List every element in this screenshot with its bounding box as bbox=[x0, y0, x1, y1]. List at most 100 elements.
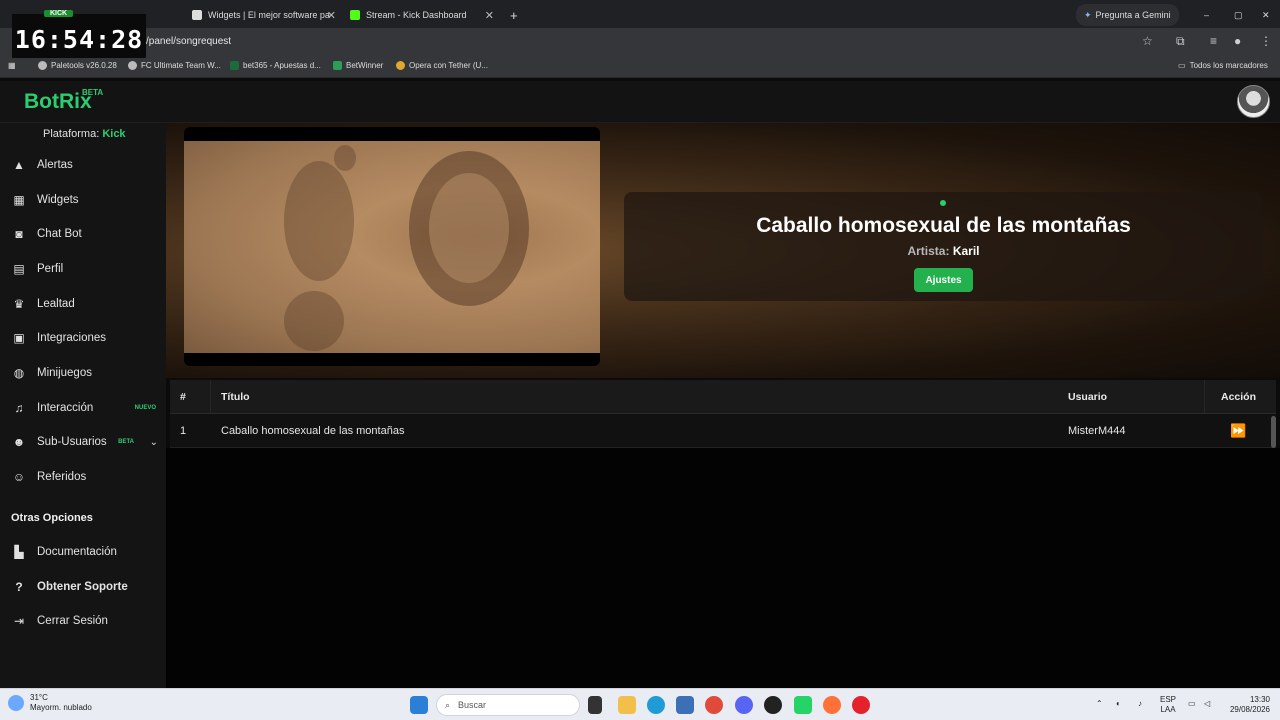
song-queue-table: # Título Usuario Acción 1 Caballo homose… bbox=[170, 380, 1276, 448]
bet365-icon bbox=[230, 61, 239, 70]
obs-icon[interactable] bbox=[764, 696, 782, 714]
profile-icon[interactable]: ● bbox=[1234, 34, 1241, 48]
platform-indicator: Plataforma: Kick bbox=[43, 128, 126, 140]
warning-icon: ▲ bbox=[13, 158, 25, 172]
settings-button[interactable]: Ajustes bbox=[914, 268, 973, 292]
bookmarks-bar: ▦ Paletools v26.0.28 FC Ultimate Team W.… bbox=[0, 56, 1280, 78]
sidebar-item-integraciones[interactable]: ▣ Integraciones bbox=[0, 324, 166, 352]
sparkle-icon: ✦ bbox=[1084, 9, 1092, 20]
edge-icon[interactable] bbox=[647, 696, 665, 714]
bookmark-label: BetWinner bbox=[346, 61, 384, 70]
gemini-button[interactable]: ✦ Pregunta a Gemini bbox=[1076, 4, 1179, 26]
botrix-logo[interactable]: BotRix BETA bbox=[24, 88, 103, 114]
all-bookmarks[interactable]: ▭ Todos los marcadores bbox=[1178, 61, 1268, 70]
sidebar-item-label: Integraciones bbox=[37, 332, 107, 344]
bookmark-betwinner[interactable]: BetWinner bbox=[333, 61, 383, 70]
bookmark-fc-ultimate[interactable]: FC Ultimate Team W... bbox=[128, 61, 221, 70]
grid-icon: ▦ bbox=[13, 193, 25, 207]
avatar[interactable] bbox=[1237, 85, 1270, 118]
discord-icon[interactable] bbox=[735, 696, 753, 714]
weather-widget[interactable]: 31°C Mayorm. nublado bbox=[8, 693, 92, 713]
chevron-up-icon[interactable]: ⌃ bbox=[1096, 699, 1103, 709]
close-icon[interactable]: ✕ bbox=[485, 9, 494, 22]
sidebar-item-lealtad[interactable]: ♛ Lealtad bbox=[0, 290, 166, 318]
chevron-down-icon[interactable]: ⌄ bbox=[150, 437, 158, 448]
minimize-button[interactable]: – bbox=[1196, 4, 1217, 26]
sidebar-item-perfil[interactable]: ▤ Perfil bbox=[0, 255, 166, 283]
header-user: Usuario bbox=[1068, 391, 1108, 403]
sidebar-item-widgets[interactable]: ▦ Widgets bbox=[0, 186, 166, 214]
row-title: Caballo homosexual de las montañas bbox=[221, 425, 405, 437]
bookmark-paletools[interactable]: Paletools v26.0.28 bbox=[38, 61, 117, 70]
sidebar-item-alertas[interactable]: ▲ Alertas bbox=[0, 151, 166, 179]
tab-widgets[interactable]: Widgets | El mejor software pa ✕ bbox=[184, 4, 342, 26]
bookmark-bet365[interactable]: bet365 - Apuestas d... bbox=[230, 61, 321, 70]
clock-badge: KICK bbox=[44, 10, 74, 17]
sidebar-item-label: Minijuegos bbox=[37, 367, 92, 379]
firefox-icon[interactable] bbox=[823, 696, 841, 714]
network-icon[interactable]: ◐ bbox=[1116, 699, 1121, 709]
globe-icon bbox=[38, 61, 47, 70]
artist-value: Karil bbox=[952, 244, 980, 258]
sidebar-item-label: Documentación bbox=[37, 546, 117, 558]
betwinner-icon bbox=[333, 61, 342, 70]
opera-icon[interactable] bbox=[852, 696, 870, 714]
search-input[interactable]: ⌕ Buscar bbox=[436, 694, 580, 716]
windows-taskbar: 31°C Mayorm. nublado ⌕ Buscar ⌃ ◐ ♪ ESP … bbox=[0, 688, 1280, 720]
language-indicator[interactable]: ESP LAA bbox=[1160, 695, 1176, 715]
kick-favicon-icon bbox=[350, 10, 360, 20]
address-bar: /panel/songrequest ☆ ⧉ ≡ ● ⋮ bbox=[0, 28, 1280, 56]
close-icon[interactable]: ✕ bbox=[327, 9, 336, 22]
chrome-icon[interactable] bbox=[705, 696, 723, 714]
clock-time: 13:30 bbox=[1249, 695, 1270, 704]
system-clock[interactable]: 13:30 29/08/2026 bbox=[1226, 695, 1270, 715]
table-row[interactable]: 1 Caballo homosexual de las montañas Mis… bbox=[170, 414, 1276, 448]
sidebar-item-sub-usuarios[interactable]: ☻ Sub-Usuarios BETA ⌄ bbox=[0, 428, 166, 456]
microphone-icon[interactable]: ♪ bbox=[1138, 699, 1142, 709]
sidebar-item-chat-bot[interactable]: ◙ Chat Bot bbox=[0, 220, 166, 248]
apps-icon[interactable]: ▦ bbox=[8, 61, 16, 70]
url-input[interactable]: /panel/songrequest bbox=[146, 36, 231, 47]
sidebar-item-minijuegos[interactable]: ◍ Minijuegos bbox=[0, 359, 166, 387]
platform-label: Plataforma: bbox=[43, 128, 100, 140]
bookmark-label: Paletools v26.0.28 bbox=[51, 61, 117, 70]
store-icon[interactable] bbox=[676, 696, 694, 714]
tab-label: Widgets | El mejor software pa bbox=[208, 10, 330, 20]
whatsapp-icon[interactable] bbox=[794, 696, 812, 714]
new-tab-button[interactable]: + bbox=[502, 4, 526, 26]
song-info-card: Caballo homosexual de las montañas Artis… bbox=[624, 192, 1263, 301]
bookmark-opera-tether[interactable]: Opera con Tether (U... bbox=[396, 61, 488, 70]
integration-icon: ▣ bbox=[13, 331, 25, 345]
file-explorer-icon[interactable] bbox=[618, 696, 636, 714]
sidebar-item-cerrar-sesion[interactable]: ⇥ Cerrar Sesión bbox=[0, 607, 166, 635]
sidebar-item-soporte[interactable]: ? Obtener Soporte bbox=[0, 573, 166, 601]
star-icon[interactable]: ☆ bbox=[1142, 34, 1153, 48]
platform-value: Kick bbox=[102, 128, 126, 140]
lang-code: ESP bbox=[1160, 695, 1177, 704]
bookmark-label: Opera con Tether (U... bbox=[409, 61, 488, 70]
sidebar-item-documentacion[interactable]: ▙ Documentación bbox=[0, 538, 166, 566]
video-player[interactable] bbox=[184, 127, 600, 366]
display-icon[interactable]: ▭ bbox=[1188, 699, 1196, 709]
menu-icon[interactable]: ⋮ bbox=[1260, 34, 1272, 48]
new-badge: NUEVO bbox=[134, 405, 156, 411]
scrollbar[interactable] bbox=[1271, 416, 1276, 448]
task-view-icon[interactable] bbox=[588, 696, 602, 714]
clock-time: 16:54:28 bbox=[14, 25, 144, 54]
close-window-button[interactable]: ✕ bbox=[1254, 4, 1278, 26]
windows-start-icon[interactable] bbox=[410, 696, 428, 714]
header-action: Acción bbox=[1221, 391, 1257, 403]
media-icon[interactable]: ≡ bbox=[1210, 34, 1217, 48]
bookmark-label: bet365 - Apuestas d... bbox=[243, 61, 321, 70]
extensions-icon[interactable]: ⧉ bbox=[1176, 34, 1185, 49]
volume-icon[interactable]: ◁ bbox=[1204, 699, 1210, 709]
id-card-icon: ▤ bbox=[13, 262, 25, 276]
maximize-button[interactable]: ▢ bbox=[1226, 4, 1251, 26]
sidebar-item-referidos[interactable]: ☺ Referidos bbox=[0, 463, 166, 491]
skip-forward-icon[interactable]: ⏩ bbox=[1230, 423, 1246, 439]
tab-kick-dashboard[interactable]: Stream - Kick Dashboard ✕ bbox=[342, 4, 500, 26]
user-group-icon: ☺ bbox=[12, 470, 26, 484]
header-number: # bbox=[180, 391, 186, 403]
sidebar-item-interaccion[interactable]: ♫ Interacción NUEVO bbox=[0, 394, 166, 422]
all-bookmarks-label: Todos los marcadores bbox=[1189, 61, 1268, 70]
